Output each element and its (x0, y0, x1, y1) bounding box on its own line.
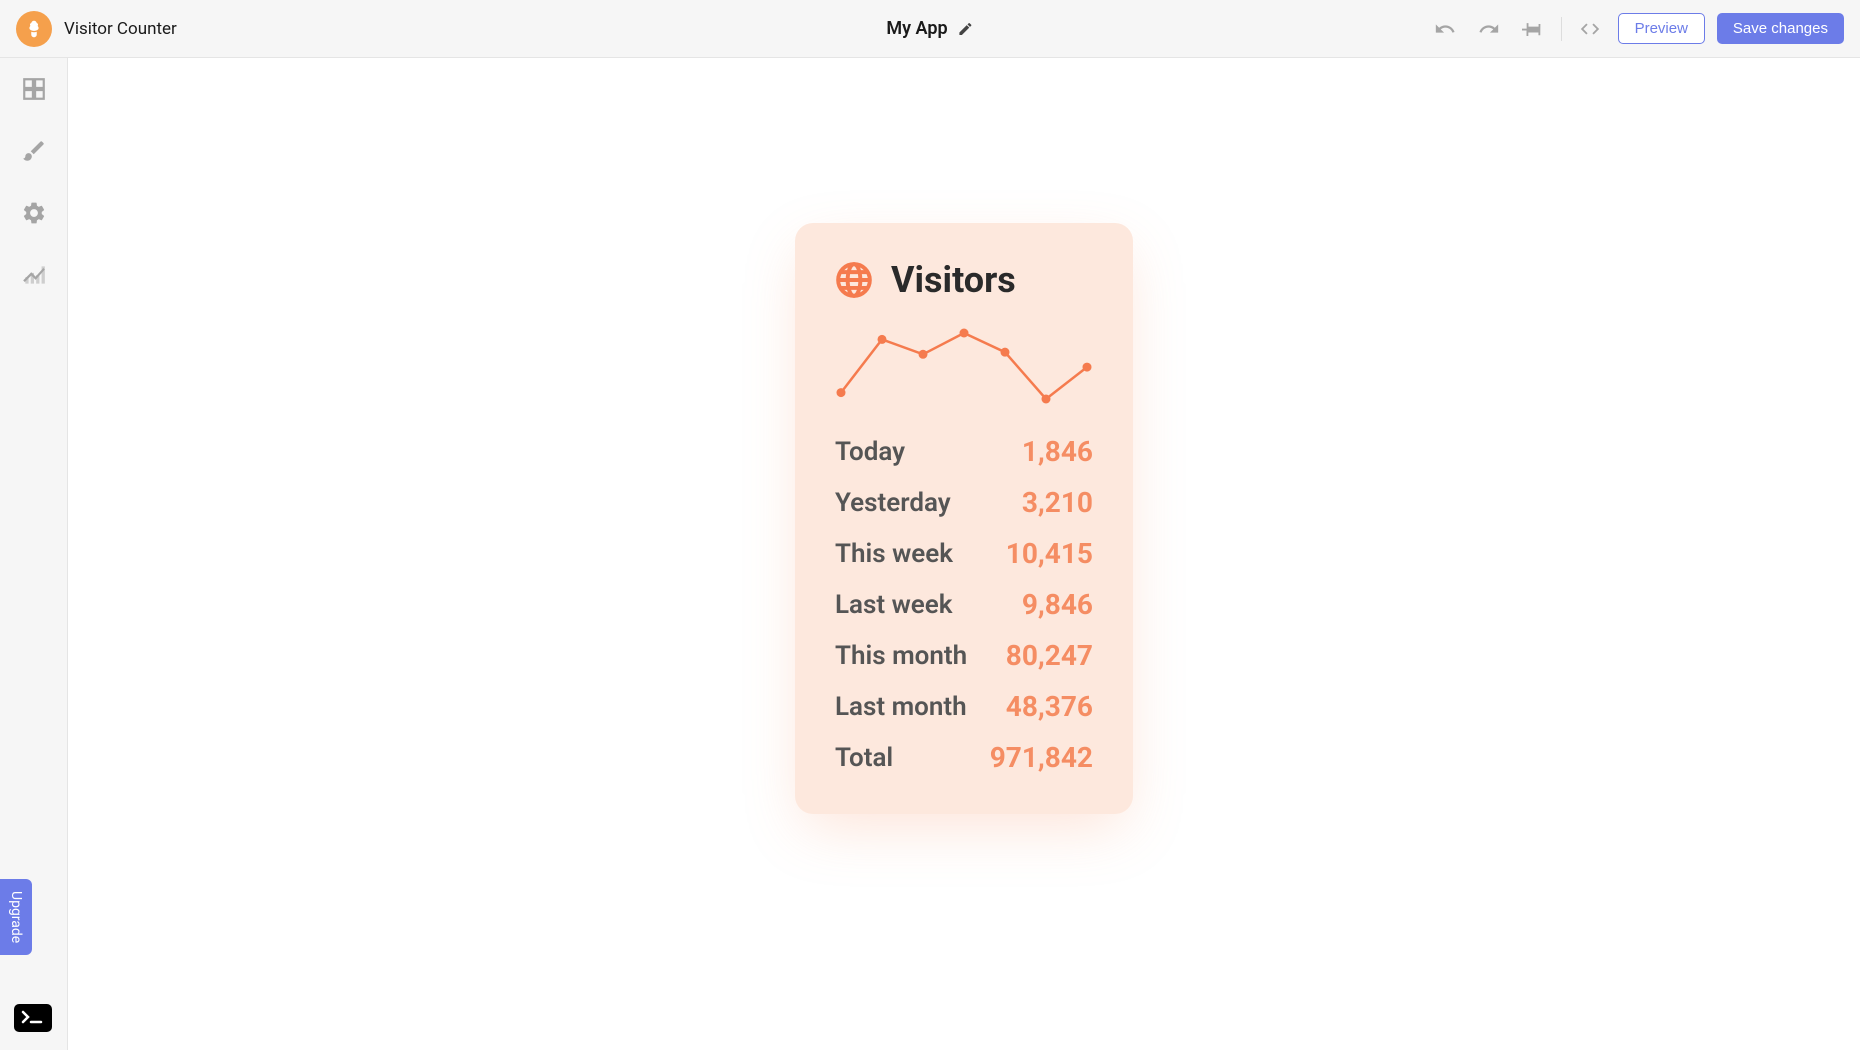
stat-label: This month (835, 641, 967, 671)
globe-icon (835, 261, 873, 299)
stat-label: Yesterday (835, 488, 951, 518)
upgrade-button[interactable]: Upgrade (0, 879, 32, 955)
redo-button[interactable] (1473, 13, 1505, 45)
stat-row: This week 10,415 (835, 537, 1093, 570)
console-toggle[interactable] (14, 1004, 52, 1032)
stat-row: Yesterday 3,210 (835, 486, 1093, 519)
stat-label: Today (835, 437, 905, 467)
stat-value: 48,376 (1006, 690, 1093, 723)
code-icon (1579, 18, 1601, 40)
hammer-icon (1522, 18, 1544, 40)
visitor-card[interactable]: Visitors Today 1,846 Yesterday 3,210 This we… (795, 223, 1133, 814)
undo-icon (1434, 18, 1456, 40)
stat-value: 9,846 (1022, 588, 1093, 621)
header-divider (1561, 17, 1562, 41)
header-right: Preview Save changes (1429, 13, 1844, 45)
sidebar-item-settings[interactable] (21, 200, 47, 226)
console-icon (21, 1010, 45, 1026)
sidebar-item-analytics[interactable] (21, 262, 47, 288)
main-area: Upgrade Visitors Today 1,846 Yesterday 3,21… (0, 58, 1860, 1050)
card-title: Visitors (891, 259, 1016, 301)
sparkline-chart (835, 327, 1093, 409)
stat-row: This month 80,247 (835, 639, 1093, 672)
code-button[interactable] (1574, 13, 1606, 45)
stat-row: Last week 9,846 (835, 588, 1093, 621)
undo-button[interactable] (1429, 13, 1461, 45)
stat-value: 3,210 (1022, 486, 1093, 519)
stat-label: This week (835, 539, 953, 569)
sidebar-item-grid[interactable] (21, 76, 47, 102)
header-left: Visitor Counter (16, 11, 177, 47)
preview-button[interactable]: Preview (1618, 13, 1705, 44)
redo-icon (1478, 18, 1500, 40)
card-header: Visitors (835, 259, 1093, 301)
stat-row: Today 1,846 (835, 435, 1093, 468)
analytics-icon (21, 262, 47, 288)
canvas[interactable]: Visitors Today 1,846 Yesterday 3,210 This we… (68, 58, 1860, 1050)
stat-value: 1,846 (1022, 435, 1093, 468)
stat-label: Total (835, 743, 893, 773)
stat-value: 971,842 (990, 741, 1093, 774)
app-header: Visitor Counter My App Preview Save chan… (0, 0, 1860, 58)
gear-icon (21, 200, 47, 226)
edit-icon[interactable] (958, 21, 974, 37)
app-name: Visitor Counter (64, 19, 177, 39)
stat-value: 10,415 (1006, 537, 1093, 570)
grid-icon (21, 76, 47, 102)
logo-icon (23, 18, 45, 40)
header-center: My App (886, 18, 973, 39)
stat-value: 80,247 (1006, 639, 1093, 672)
stat-row: Last month 48,376 (835, 690, 1093, 723)
stats-list: Today 1,846 Yesterday 3,210 This week 10,415 L… (835, 435, 1093, 774)
stat-row: Total 971,842 (835, 741, 1093, 774)
project-name: My App (886, 18, 947, 39)
stat-label: Last month (835, 692, 967, 722)
brush-icon (21, 138, 47, 164)
sidebar-item-paint[interactable] (21, 138, 47, 164)
build-button[interactable] (1517, 13, 1549, 45)
sidebar: Upgrade (0, 58, 68, 1050)
stat-label: Last week (835, 590, 952, 620)
save-changes-button[interactable]: Save changes (1717, 13, 1844, 44)
app-logo[interactable] (16, 11, 52, 47)
